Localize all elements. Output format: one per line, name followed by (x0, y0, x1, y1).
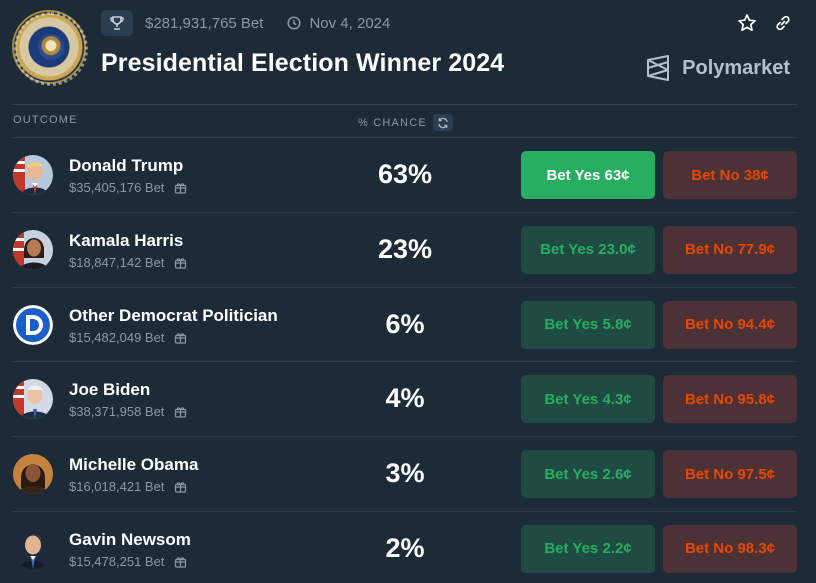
outcome-volume-text: $18,847,142 Bet (69, 254, 165, 270)
avatar-joe-biden (13, 379, 53, 420)
outcome-volume-text: $16,018,421 Bet (69, 479, 165, 495)
outcome-row: Gavin Newsom $15,478,251 Bet 2% Bet Yes … (12, 512, 797, 583)
bet-yes-button[interactable]: Bet Yes 5.8¢ (521, 300, 655, 349)
outcome-name: Donald Trump (69, 156, 184, 175)
outcome-volume-text: $15,482,049 Bet (69, 329, 165, 345)
outcome-volume-text: $35,405,176 Bet (69, 180, 165, 195)
outcome-row: Kamala Harris $18,847,142 Bet 23% Bet Ye… (12, 213, 797, 288)
bet-yes-button[interactable]: Bet Yes 2.2¢ (521, 524, 655, 573)
bet-yes-button[interactable]: Bet Yes 63¢ (521, 151, 655, 199)
outcome-chance: 3% (385, 458, 425, 489)
header-divider (12, 104, 797, 105)
outcome-chance: 63% (377, 159, 433, 189)
market-header: $281,931,765 Bet Nov 4, 2024 Presidentia… (0, 0, 816, 104)
avatar-gavin-newsom (13, 528, 53, 569)
column-header-chance: % CHANCE (358, 114, 453, 131)
outcome-row: Michelle Obama $16,018,421 Bet 3% Bet Ye… (12, 437, 797, 512)
presidential-seal-icon (12, 10, 88, 86)
outcome-chance: 2% (385, 532, 425, 563)
outcome-volume: $38,371,958 Bet (69, 404, 187, 419)
gift-icon[interactable] (174, 555, 187, 568)
outcome-chance: 4% (385, 383, 425, 414)
outcome-volume: $18,847,142 Bet (69, 255, 187, 270)
gift-icon[interactable] (174, 181, 187, 194)
bet-no-button[interactable]: Bet No 94.4¢ (663, 300, 797, 349)
avatar-kamala-harris (13, 229, 53, 270)
outcome-row: Donald Trump $35,405,176 Bet 63% Bet Yes… (12, 138, 797, 213)
outcome-chance: 23% (377, 233, 433, 264)
bet-yes-button[interactable]: Bet Yes 4.3¢ (521, 375, 655, 424)
gift-icon[interactable] (174, 405, 187, 418)
refresh-icon[interactable] (432, 114, 453, 131)
gift-icon[interactable] (174, 256, 187, 269)
link-icon[interactable] (772, 12, 794, 34)
bet-no-button[interactable]: Bet No 95.8¢ (663, 375, 797, 424)
outcome-row: Other Democrat Politician $15,482,049 Be… (12, 288, 797, 363)
clock-icon (287, 16, 302, 30)
bet-yes-button[interactable]: Bet Yes 2.6¢ (521, 450, 655, 499)
total-volume: $281,931,765 Bet (145, 14, 264, 32)
market-meta: $281,931,765 Bet Nov 4, 2024 (101, 10, 390, 36)
avatar-donald-trump (13, 155, 53, 195)
bet-no-button[interactable]: Bet No 38¢ (663, 151, 797, 199)
polymarket-logo-icon (647, 55, 670, 81)
polymarket-logo[interactable]: Polymarket (644, 54, 790, 82)
outcome-volume-text: $38,371,958 Bet (69, 404, 165, 420)
outcome-name: Michelle Obama (69, 455, 199, 475)
gift-icon[interactable] (174, 480, 187, 493)
bet-no-button[interactable]: Bet No 98.3¢ (663, 524, 797, 573)
outcome-volume: $35,405,176 Bet (69, 180, 187, 195)
bet-no-button[interactable]: Bet No 97.5¢ (663, 450, 797, 499)
outcome-volume: $16,018,421 Bet (69, 479, 187, 494)
outcome-name: Joe Biden (69, 380, 151, 400)
bet-yes-button[interactable]: Bet Yes 23.0¢ (521, 225, 655, 274)
brand-name: Polymarket (682, 56, 790, 79)
outcome-name: Other Democrat Politician (69, 305, 278, 325)
outcome-chance: 6% (385, 308, 425, 339)
page-title: Presidential Election Winner 2024 (101, 49, 505, 77)
star-icon[interactable] (736, 12, 758, 34)
gift-icon[interactable] (174, 331, 187, 344)
outcome-name: Gavin Newsom (69, 529, 191, 549)
outcome-row: Joe Biden $38,371,958 Bet 4% Bet Yes 4.3… (12, 362, 797, 438)
democrat-logo-icon (13, 304, 53, 345)
trophy-icon (101, 10, 133, 36)
outcome-name: Kamala Harris (69, 230, 184, 250)
avatar-michelle-obama (13, 454, 53, 495)
end-date: Nov 4, 2024 (309, 14, 391, 32)
column-header-chance-label: % CHANCE (358, 116, 427, 129)
outcome-volume-text: $15,478,251 Bet (69, 553, 165, 569)
outcomes-list: Donald Trump $35,405,176 Bet 63% Bet Yes… (12, 138, 797, 583)
outcome-volume: $15,478,251 Bet (69, 554, 187, 569)
bet-no-button[interactable]: Bet No 77.9¢ (663, 225, 797, 274)
column-header-outcome: OUTCOME (13, 114, 78, 126)
outcome-volume: $15,482,049 Bet (69, 330, 187, 345)
